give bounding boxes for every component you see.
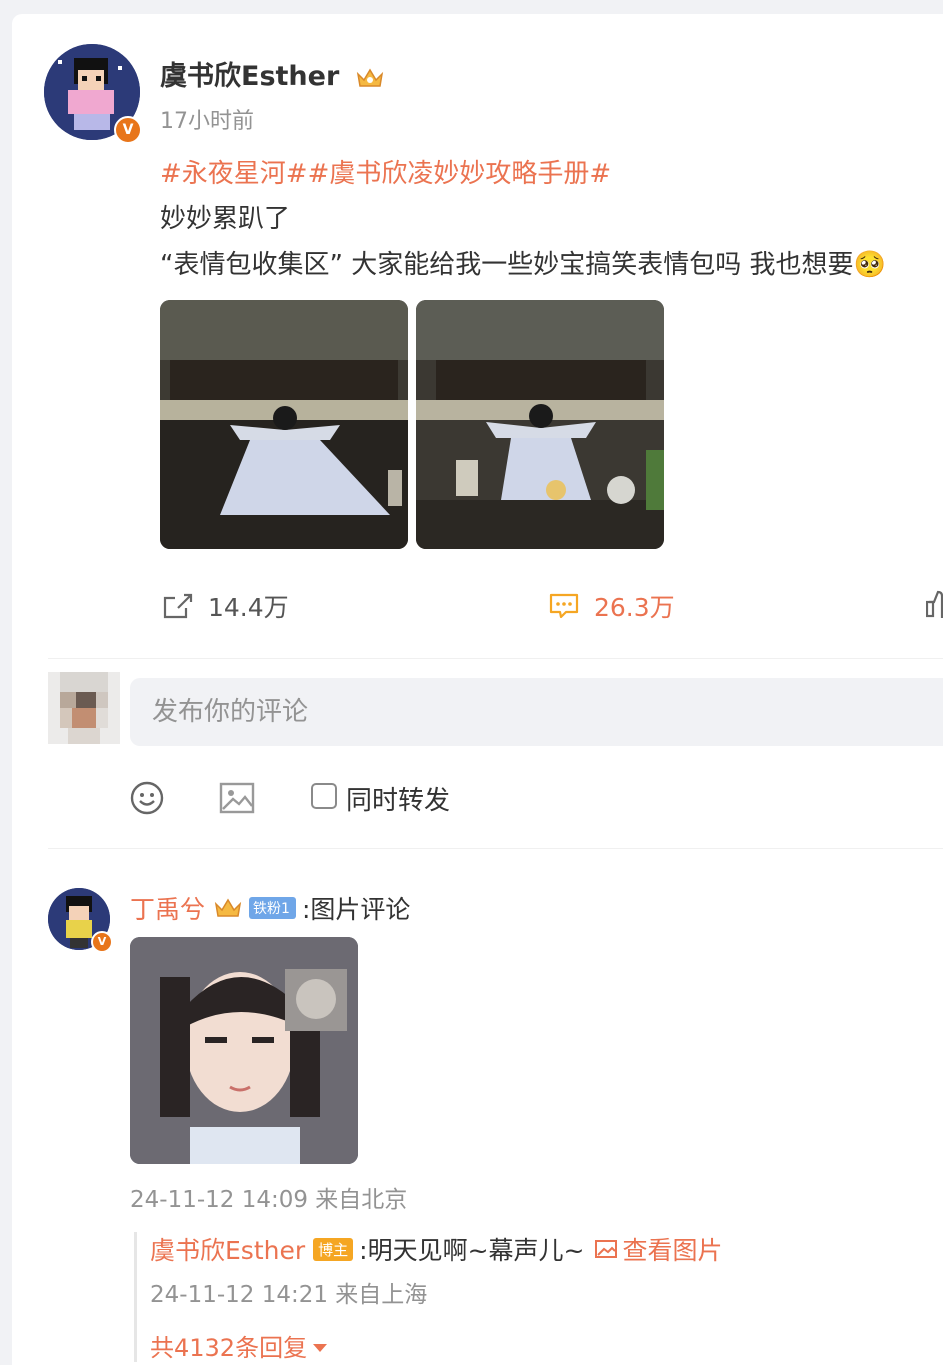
comment-text: :图片评论 <box>301 895 411 924</box>
my-avatar <box>48 672 120 744</box>
repost-checkbox[interactable] <box>311 783 337 809</box>
divider <box>48 658 943 659</box>
repost-count: 14.4万 <box>208 593 289 622</box>
more-replies-button[interactable]: 共4132条回复 <box>150 1328 328 1363</box>
comment-time: 24-11-12 14:09 来自北京 <box>130 1187 408 1213</box>
comment-placeholder: 发布你的评论 <box>152 697 309 727</box>
reply-time: 24-11-12 14:21 来自上海 <box>150 1282 428 1308</box>
verified-icon: V <box>91 931 113 953</box>
repost-button[interactable]: 14.4万 <box>162 588 289 624</box>
comment-icon <box>549 593 579 619</box>
post-text-line2: “表情包收集区” 大家能给我一些妙宝搞笑表情包吗 我也想要🥺 <box>160 250 886 280</box>
repost-checkbox-label[interactable]: 同时转发 <box>346 780 450 817</box>
crown-icon <box>356 68 383 87</box>
comment-count: 26.3万 <box>594 593 675 622</box>
post-text-line1: 妙妙累趴了 <box>160 204 291 234</box>
comment-image[interactable] <box>130 937 358 1164</box>
comment-header: 丁禹兮 铁粉1 :图片评论 <box>130 890 410 926</box>
more-replies-label: 共4132条回复 <box>150 1334 308 1362</box>
reply-thread-line <box>134 1232 137 1362</box>
divider <box>48 848 943 849</box>
host-badge: 博主 <box>313 1237 354 1261</box>
crown-icon <box>214 898 242 917</box>
view-image-label: 查看图片 <box>622 1236 723 1265</box>
verified-icon: V <box>114 116 142 144</box>
post-image-1[interactable] <box>160 300 408 549</box>
thumbs-up-icon <box>925 590 943 618</box>
image-upload-icon[interactable] <box>219 780 255 816</box>
reply-line: 虞书欣Esther 博主 :明天见啊~幕声儿~ 查看图片 <box>150 1231 723 1267</box>
like-button[interactable] <box>925 588 943 622</box>
comment-button[interactable]: 26.3万 <box>548 588 675 624</box>
post-author-name[interactable]: 虞书欣Esther <box>160 61 339 92</box>
caret-down-icon <box>313 1343 328 1352</box>
post-topics[interactable]: #永夜星河##虞书欣凌妙妙攻略手册# <box>160 153 611 190</box>
commenter-name[interactable]: 丁禹兮 <box>130 890 205 926</box>
image-icon <box>595 1240 618 1258</box>
share-icon <box>163 593 193 619</box>
post-author[interactable]: 虞书欣Esther <box>160 54 385 93</box>
comment-input[interactable]: 发布你的评论 <box>130 678 943 746</box>
fan-badge: 铁粉1 <box>249 897 296 919</box>
post-image-2[interactable] <box>416 300 664 549</box>
post-time[interactable]: 17小时前 <box>160 103 254 135</box>
reply-author[interactable]: 虞书欣Esther <box>150 1231 305 1267</box>
emoji-icon[interactable] <box>129 780 165 816</box>
reply-text: :明天见啊~幕声儿~ <box>359 1236 585 1265</box>
view-image-link[interactable]: 查看图片 <box>594 1231 723 1267</box>
